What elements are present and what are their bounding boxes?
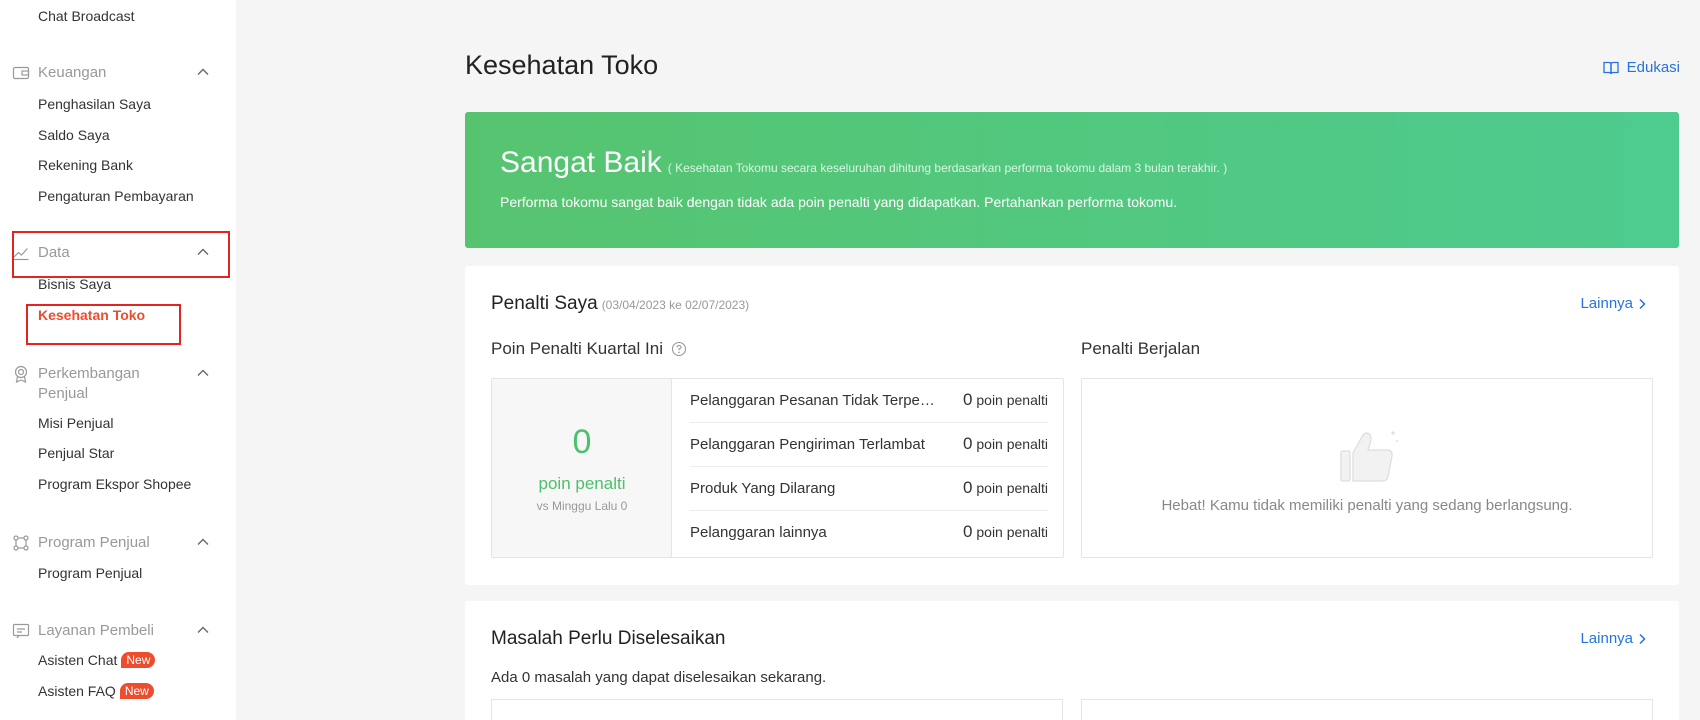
help-icon[interactable] — [671, 341, 687, 357]
chat-icon — [12, 623, 30, 639]
total-penalty-points: 0 — [572, 423, 592, 461]
penalty-row-value: 0 poin penalti — [963, 478, 1048, 498]
issues-box-left — [491, 699, 1063, 720]
chevron-up-icon[interactable] — [196, 535, 210, 549]
sidebar-item-rekening-bank[interactable]: Rekening Bank — [38, 157, 133, 173]
penalty-row-value: 0 poin penalti — [963, 390, 1048, 410]
penalty-row[interactable]: Pelanggaran Pesanan Tidak Terpenuhi 0 po… — [690, 379, 1048, 423]
banner-description: Performa tokomu sangat baik dengan tidak… — [500, 194, 1178, 210]
issues-description: Ada 0 masalah yang dapat diselesaikan se… — [491, 669, 827, 686]
sidebar-group-label: Perkembangan Penjual — [38, 365, 140, 402]
program-icon — [13, 535, 29, 551]
penalty-row-number: 0 — [963, 390, 973, 409]
sidebar-item-asisten-faq[interactable]: Asisten FAQ New — [38, 683, 154, 699]
penalty-row-label: Produk Yang Dilarang — [690, 480, 836, 497]
sidebar-item-pengaturan-pembayaran[interactable]: Pengaturan Pembayaran — [38, 188, 194, 204]
chevron-up-icon[interactable] — [196, 366, 210, 380]
chevron-right-icon — [1639, 633, 1646, 644]
sidebar-item-label: Asisten FAQ — [38, 683, 116, 699]
issues-title: Masalah Perlu Diselesaikan — [491, 628, 726, 649]
running-penalty-box: Hebat! Kamu tidak memiliki penalti yang … — [1081, 378, 1653, 558]
sidebar-item-program-penjual[interactable]: Program Penjual — [38, 565, 142, 581]
penalty-row-label: Pelanggaran Pesanan Tidak Terpenuhi — [690, 392, 936, 409]
penalty-row-unit: poin penalti — [976, 436, 1048, 452]
edukasi-link[interactable]: Edukasi — [1602, 59, 1680, 76]
quarter-penalty-box: 0 poin penalti vs Minggu Lalu 0 Pelangga… — [491, 378, 1064, 558]
page-title: Kesehatan Toko — [465, 50, 659, 80]
sidebar: Chat Broadcast Keuangan Penghasilan Saya… — [0, 0, 236, 720]
new-badge: New — [119, 683, 154, 699]
sidebar-group-label: Keuangan — [38, 64, 107, 81]
sidebar-item-asisten-chat[interactable]: Asisten Chat New — [38, 652, 156, 668]
penalty-row-label: Pelanggaran Pengiriman Terlambat — [690, 436, 925, 453]
penalty-row[interactable]: Pelanggaran lainnya 0 poin penalti — [690, 511, 1048, 555]
sidebar-group-program-penjual[interactable]: Program Penjual — [12, 531, 224, 555]
penalty-more-link[interactable]: Lainnya — [1580, 295, 1647, 312]
more-label: Lainnya — [1580, 630, 1633, 647]
more-label: Lainnya — [1580, 295, 1633, 312]
penalty-row-unit: poin penalti — [976, 480, 1048, 496]
penalty-card: Penalti Saya (03/04/2023 ke 02/07/2023) L… — [465, 266, 1679, 585]
running-penalty-empty-message: Hebat! Kamu tidak memiliki penalti yang … — [1161, 497, 1573, 514]
running-penalty-title: Penalti Berjalan — [1081, 339, 1201, 358]
sidebar-group-perkembangan-penjual[interactable]: Perkembangan Penjual — [12, 362, 224, 406]
issues-box-right — [1081, 699, 1653, 720]
sidebar-item-misi-penjual[interactable]: Misi Penjual — [38, 415, 113, 431]
medal-icon — [14, 365, 28, 383]
issues-more-link[interactable]: Lainnya — [1580, 630, 1647, 647]
wallet-icon — [12, 66, 30, 80]
highlight-box-kesehatan-toko — [26, 304, 181, 345]
sidebar-group-label: Program Penjual — [38, 534, 150, 551]
penalty-row[interactable]: Pelanggaran Pengiriman Terlambat 0 poin … — [690, 423, 1048, 467]
issues-card: Masalah Perlu Diselesaikan Lainnya Ada 0… — [465, 601, 1679, 720]
chevron-up-icon[interactable] — [196, 623, 210, 637]
sidebar-item-penghasilan-saya[interactable]: Penghasilan Saya — [38, 96, 151, 112]
penalty-row-number: 0 — [963, 478, 973, 497]
health-status-banner: Sangat Baik ( Kesehatan Tokomu secara kes… — [465, 112, 1679, 248]
sidebar-group-layanan-pembeli[interactable]: Layanan Pembeli — [12, 619, 224, 643]
new-badge: New — [121, 652, 156, 668]
banner-title: Sangat Baik ( Kesehatan Tokomu secara kes… — [500, 146, 1227, 180]
sidebar-item-label: Asisten Chat — [38, 652, 118, 668]
sidebar-item-bisnis-saya[interactable]: Bisnis Saya — [38, 276, 111, 292]
vs-last-week: vs Minggu Lalu 0 — [536, 499, 628, 513]
sidebar-item-saldo-saya[interactable]: Saldo Saya — [38, 127, 110, 143]
total-penalty-summary: 0 poin penalti vs Minggu Lalu 0 — [492, 379, 672, 557]
chevron-up-icon[interactable] — [196, 65, 210, 79]
penalty-row-value: 0 poin penalti — [963, 522, 1048, 542]
penalty-row-label: Pelanggaran lainnya — [690, 524, 827, 541]
penalty-row-unit: poin penalti — [976, 392, 1048, 408]
chevron-right-icon — [1639, 298, 1646, 309]
total-penalty-unit: poin penalti — [538, 474, 626, 493]
penalty-title-text: Penalti Saya — [491, 293, 598, 314]
sidebar-item-chat-broadcast[interactable]: Chat Broadcast — [38, 8, 135, 24]
quarter-title-text: Poin Penalti Kuartal Ini — [491, 339, 663, 358]
penalty-date-range: (03/04/2023 ke 02/07/2023) — [601, 298, 750, 312]
status-note: ( Kesehatan Tokomu secara keseluruhan di… — [667, 161, 1228, 175]
penalty-title: Penalti Saya (03/04/2023 ke 02/07/2023) — [491, 293, 749, 315]
penalty-row-value: 0 poin penalti — [963, 434, 1048, 454]
highlight-box-data — [12, 231, 230, 278]
penalty-row-unit: poin penalti — [976, 524, 1048, 540]
sidebar-item-penjual-star[interactable]: Penjual Star — [38, 445, 114, 461]
sidebar-item-program-ekspor-shopee[interactable]: Program Ekspor Shopee — [38, 476, 191, 492]
penalty-row[interactable]: Produk Yang Dilarang 0 poin penalti — [690, 467, 1048, 511]
book-icon — [1602, 61, 1619, 74]
status-title: Sangat Baik — [500, 146, 662, 179]
quarter-penalty-title: Poin Penalti Kuartal Ini — [491, 339, 687, 359]
thumbs-up-icon — [1340, 431, 1398, 482]
sidebar-group-label: Layanan Pembeli — [38, 622, 154, 639]
penalty-row-number: 0 — [963, 522, 973, 541]
penalty-row-number: 0 — [963, 434, 973, 453]
sidebar-group-keuangan[interactable]: Keuangan — [12, 61, 224, 85]
edukasi-label: Edukasi — [1626, 59, 1680, 76]
